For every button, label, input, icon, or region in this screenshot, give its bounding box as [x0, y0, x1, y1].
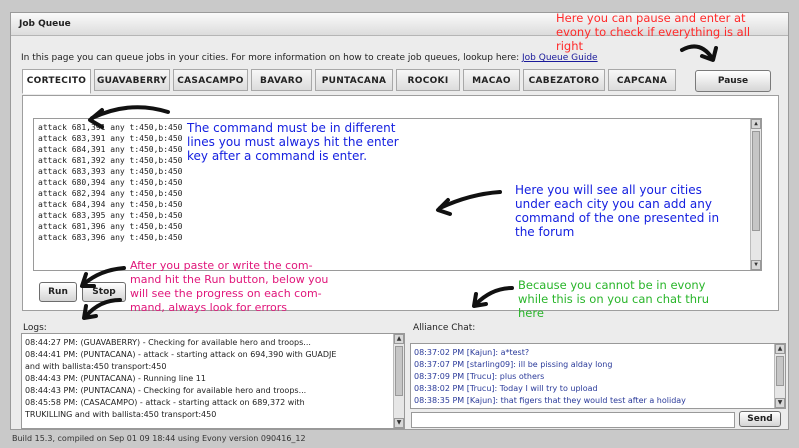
- arrow-to-commands-head-icon: [88, 108, 104, 129]
- arrow-to-run-icon: [82, 266, 126, 286]
- annotation-arrows: [80, 44, 718, 320]
- arrow-to-logs-icon: [84, 298, 122, 318]
- arrow-to-chat-icon: [474, 286, 514, 306]
